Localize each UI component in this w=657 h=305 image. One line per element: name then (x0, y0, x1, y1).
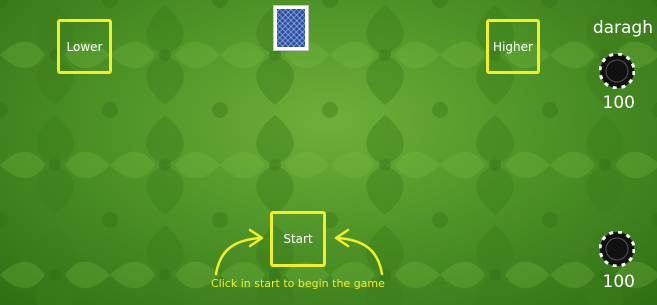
instruction-text: Click in start to begin the game (211, 277, 385, 290)
card-back-icon (273, 5, 309, 51)
player-name: daragh (592, 18, 653, 38)
opponent-chip-count: 100 (602, 272, 635, 292)
higher-button[interactable]: Higher (486, 19, 540, 74)
higher-button-label: Higher (493, 39, 533, 54)
poker-chip-icon (599, 231, 635, 267)
player-chip-count: 100 (602, 93, 635, 113)
poker-chip-icon (599, 53, 635, 89)
start-button-label: Start (283, 232, 313, 246)
curved-arrow-icon (334, 228, 384, 276)
lower-button-label: Lower (66, 39, 103, 54)
curved-arrow-icon (214, 228, 264, 276)
lower-button[interactable]: Lower (57, 19, 112, 74)
start-button[interactable]: Start (270, 211, 326, 267)
